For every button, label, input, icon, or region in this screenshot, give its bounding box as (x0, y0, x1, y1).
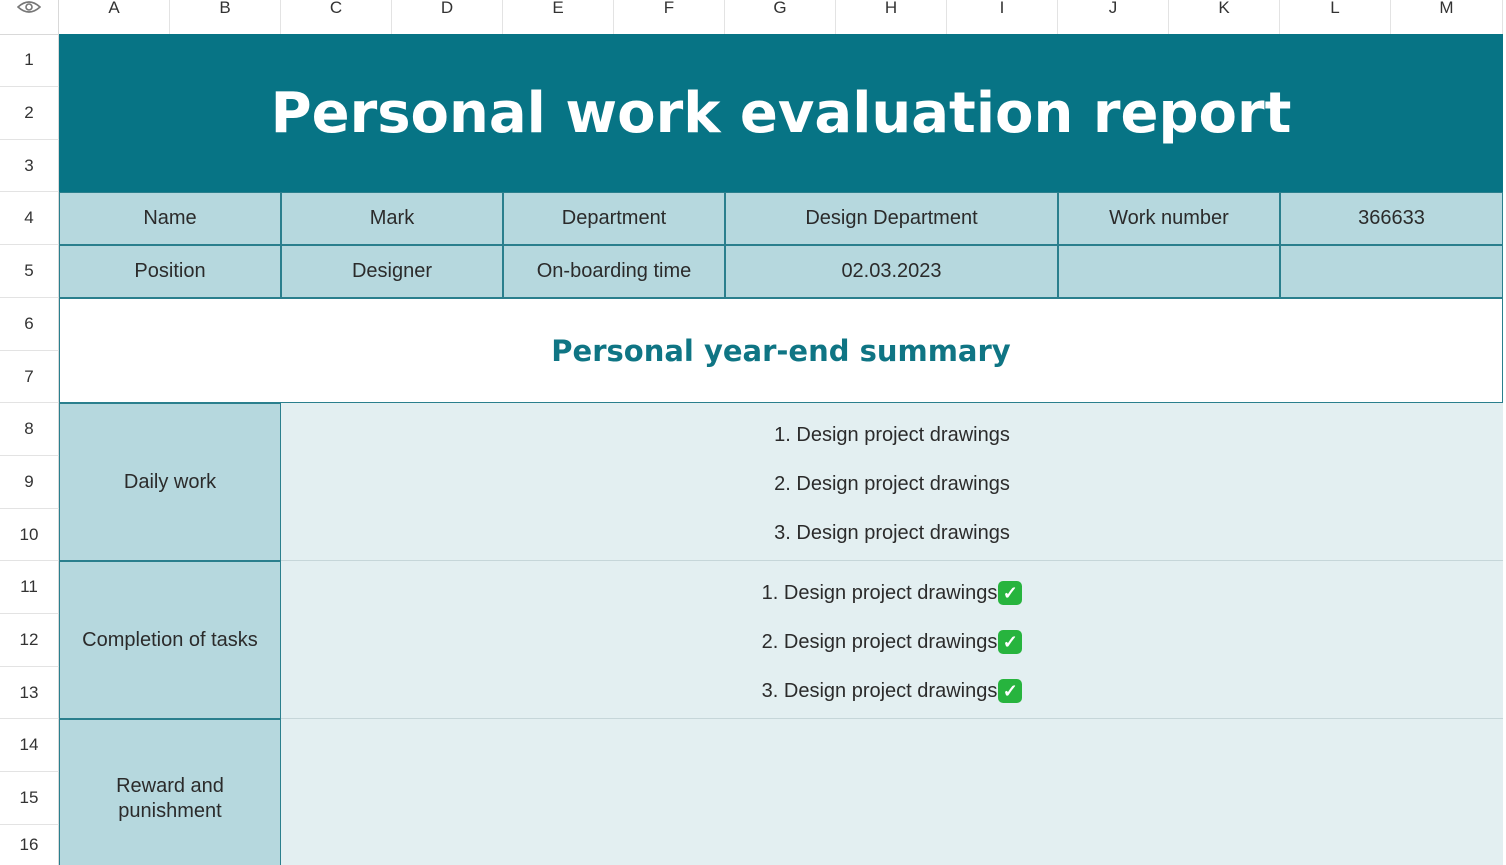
eye-icon[interactable] (16, 0, 42, 19)
check-mark-icon: ✓ (998, 630, 1023, 654)
row-header-10[interactable]: 10 (0, 509, 59, 561)
column-header-m[interactable]: M (1391, 0, 1503, 34)
row-header-8[interactable]: 8 (0, 403, 59, 456)
row-header-4[interactable]: 4 (0, 192, 59, 245)
name-value[interactable]: Mark (281, 192, 503, 245)
column-header-h[interactable]: H (836, 0, 947, 34)
department-label[interactable]: Department (503, 192, 725, 245)
completion-item-text: 3. Design project drawings (761, 679, 998, 702)
row-header-7[interactable]: 7 (0, 351, 59, 403)
onboarding-value[interactable]: 02.03.2023 (725, 245, 1058, 298)
reward-label[interactable]: Reward and punishment (59, 719, 281, 865)
check-mark-icon: ✓ (998, 581, 1023, 605)
report-title[interactable]: Personal work evaluation report (59, 34, 1503, 192)
completion-item: 2. Design project drawings ✓ (762, 618, 1023, 667)
row-header-12[interactable]: 12 (0, 614, 59, 667)
completion-item: 1. Design project drawings ✓ (762, 569, 1023, 618)
row-header-6[interactable]: 6 (0, 298, 59, 351)
completion-item-text: 2. Design project drawings (761, 630, 998, 653)
completion-item: 3. Design project drawings ✓ (762, 667, 1023, 716)
row-header-16[interactable]: 16 (0, 825, 59, 865)
row-header-11[interactable]: 11 (0, 561, 59, 614)
column-header-b[interactable]: B (170, 0, 281, 34)
work-number-label[interactable]: Work number (1058, 192, 1280, 245)
daily-work-label[interactable]: Daily work (59, 403, 281, 561)
column-header-l[interactable]: L (1280, 0, 1391, 34)
reward-content[interactable] (281, 719, 1503, 865)
department-value[interactable]: Design Department (725, 192, 1058, 245)
daily-work-content[interactable]: 1. Design project drawings 2. Design pro… (281, 403, 1503, 561)
column-header-j[interactable]: J (1058, 0, 1169, 34)
position-label[interactable]: Position (59, 245, 281, 298)
row-header-3[interactable]: 3 (0, 140, 59, 192)
column-header-bar: A B C D E F G H I J K L M (0, 0, 1506, 35)
summary-title[interactable]: Personal year-end summary (59, 298, 1503, 403)
row-header-9[interactable]: 9 (0, 456, 59, 509)
row-header-15[interactable]: 15 (0, 772, 59, 825)
column-header-a[interactable]: A (59, 0, 170, 34)
onboarding-label[interactable]: On-boarding time (503, 245, 725, 298)
column-header-f[interactable]: F (614, 0, 725, 34)
work-number-value[interactable]: 366633 (1280, 192, 1503, 245)
row-header-1[interactable]: 1 (0, 34, 59, 87)
row-header-13[interactable]: 13 (0, 667, 59, 719)
completion-label[interactable]: Completion of tasks (59, 561, 281, 719)
completion-item-text: 1. Design project drawings (761, 581, 998, 604)
column-header-c[interactable]: C (281, 0, 392, 34)
row-header-2[interactable]: 2 (0, 87, 59, 140)
column-header-k[interactable]: K (1169, 0, 1280, 34)
check-mark-icon: ✓ (998, 679, 1023, 703)
column-header-i[interactable]: I (947, 0, 1058, 34)
daily-work-item: 2. Design project drawings (774, 472, 1010, 495)
row-header-14[interactable]: 14 (0, 719, 59, 772)
daily-work-item: 3. Design project drawings (774, 521, 1010, 544)
completion-content[interactable]: 1. Design project drawings ✓ 2. Design pr… (281, 561, 1503, 719)
select-all-corner[interactable] (0, 0, 59, 34)
daily-work-item: 1. Design project drawings (774, 423, 1010, 446)
column-header-e[interactable]: E (503, 0, 614, 34)
name-label[interactable]: Name (59, 192, 281, 245)
blank-cell-j5[interactable] (1058, 245, 1280, 298)
column-header-g[interactable]: G (725, 0, 836, 34)
row-header-5[interactable]: 5 (0, 245, 59, 298)
position-value[interactable]: Designer (281, 245, 503, 298)
blank-cell-l5[interactable] (1280, 245, 1503, 298)
column-header-d[interactable]: D (392, 0, 503, 34)
spreadsheet: A B C D E F G H I J K L M 1 2 3 4 5 6 7 … (0, 0, 1506, 865)
